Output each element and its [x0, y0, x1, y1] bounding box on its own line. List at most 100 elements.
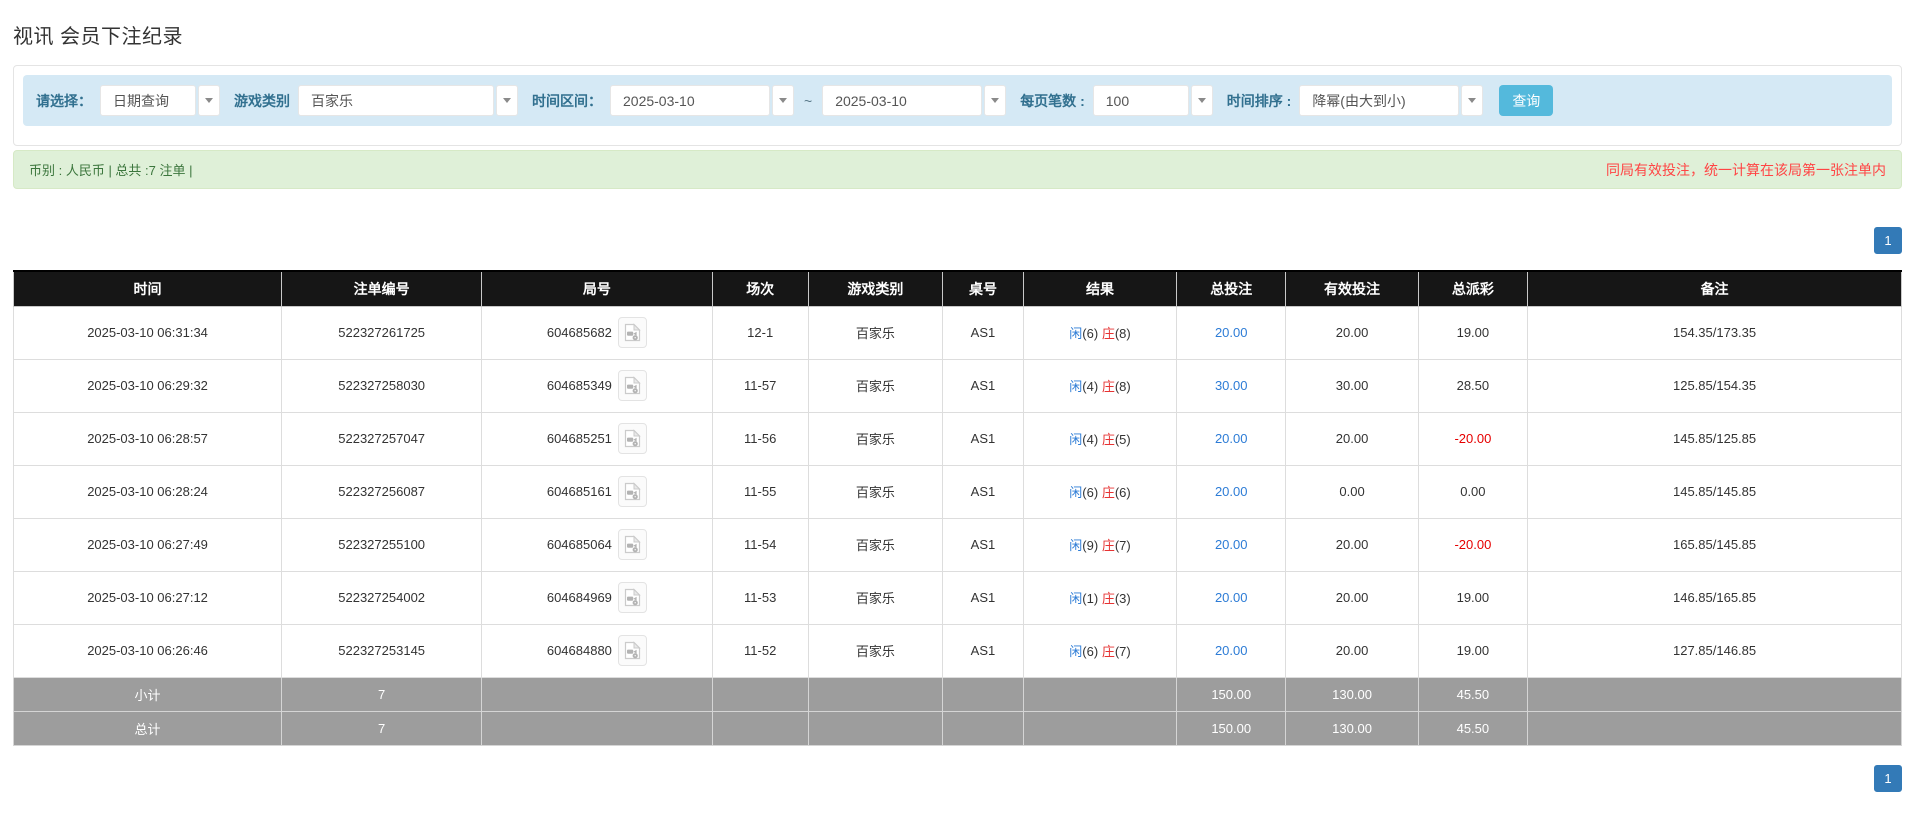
video-replay-button[interactable]: [617, 370, 647, 401]
cell-total-bet: 20.00: [1175, 570, 1287, 625]
total-bet-link[interactable]: 30.00: [1215, 378, 1248, 393]
cell-session: 11-53: [711, 570, 809, 625]
cell-valid-bet: 20.00: [1285, 305, 1419, 360]
total-bet-link[interactable]: 20.00: [1215, 590, 1248, 605]
player-result: 闲: [1069, 326, 1083, 341]
caret-down-icon: [503, 98, 511, 103]
header-session: 场次: [711, 270, 809, 307]
table-row: 2025-03-10 06:27:12 522327254002 604684969…: [12, 570, 1902, 625]
cell-payout: 19.00: [1417, 623, 1529, 678]
cell-round: 604685161: [481, 464, 713, 519]
cell-bet-id: 522327254002: [281, 570, 483, 625]
cell-note: 127.85/146.85: [1527, 623, 1902, 678]
video-replay-icon: [624, 429, 641, 448]
game-type-caret-button[interactable]: [496, 85, 518, 116]
player-result: 闲: [1069, 538, 1083, 553]
caret-down-icon: [205, 98, 213, 103]
cell-result: 闲(6) 庄(8): [1023, 305, 1177, 360]
subtotal-row: 小计 7 150.00 130.00 45.50: [12, 676, 1902, 712]
time-sort-label: 时间排序 :: [1226, 92, 1292, 109]
cell-total-bet: 20.00: [1175, 623, 1287, 678]
summary-bar: 币别 : 人民币 | 总共 :7 注单 | 同局有效投注，统一计算在该局第一张注…: [13, 150, 1902, 189]
select-type-input[interactable]: [100, 85, 196, 116]
cell-payout: 19.00: [1417, 570, 1529, 625]
total-bet-link[interactable]: 20.00: [1215, 325, 1248, 340]
date-from-input[interactable]: [610, 85, 770, 116]
page-1-button[interactable]: 1: [1874, 764, 1902, 792]
header-valid-bet: 有效投注: [1285, 270, 1419, 307]
page-size-caret-button[interactable]: [1190, 85, 1213, 116]
cell-game-type: 百家乐: [807, 358, 943, 413]
video-replay-button[interactable]: [617, 476, 647, 507]
cell-round: 604684969: [481, 570, 713, 625]
cell-session: 11-57: [711, 358, 809, 413]
bet-records-table: 时间 注单编号 局号 场次 游戏类别 桌号 结果 总投注 有效投注 总派彩 备注…: [12, 270, 1902, 746]
banker-result: 庄: [1101, 644, 1115, 659]
time-sort-caret-button[interactable]: [1461, 85, 1484, 116]
cell-bet-id: 522327255100: [281, 517, 483, 572]
cell-bet-id: 522327257047: [281, 411, 483, 466]
cell-note: 165.85/145.85: [1527, 517, 1902, 572]
video-replay-button[interactable]: [617, 317, 647, 348]
table-row: 2025-03-10 06:31:34 522327261725 604685682…: [12, 305, 1902, 360]
header-payout: 总派彩: [1417, 270, 1529, 307]
select-type-caret-button[interactable]: [198, 85, 220, 116]
pagination-top: 1: [13, 227, 1902, 254]
date-to-combo: [822, 85, 1007, 116]
cell-total-bet: 20.00: [1175, 517, 1287, 572]
filter-bar: 请选择： 游戏类别 时间区间： ~ 每页笔数 :: [23, 75, 1892, 126]
subtotal-label: 小计: [12, 676, 283, 712]
cell-total-bet: 20.00: [1175, 305, 1287, 360]
date-to-input[interactable]: [822, 85, 983, 116]
cell-round: 604685682: [481, 305, 713, 360]
date-from-combo: [610, 85, 794, 116]
cell-session: 11-56: [711, 411, 809, 466]
cell-game-type: 百家乐: [807, 305, 943, 360]
total-bet-link[interactable]: 20.00: [1215, 537, 1248, 552]
query-button[interactable]: 查询: [1499, 85, 1554, 116]
total-label: 总计: [12, 710, 283, 746]
page-size-input[interactable]: [1092, 85, 1189, 116]
game-type-input[interactable]: [298, 85, 494, 116]
date-from-caret-button[interactable]: [772, 85, 794, 116]
header-result: 结果: [1023, 270, 1177, 307]
table-row: 2025-03-10 06:26:46 522327253145 604684880…: [12, 623, 1902, 678]
game-type-label: 游戏类别: [234, 92, 290, 109]
cell-note: 145.85/125.85: [1527, 411, 1902, 466]
video-replay-button[interactable]: [617, 529, 647, 560]
banker-result: 庄: [1101, 538, 1115, 553]
pagination-bottom: 1: [13, 764, 1902, 792]
date-to-caret-button[interactable]: [984, 85, 1007, 116]
header-note: 备注: [1527, 270, 1902, 307]
page-1-button[interactable]: 1: [1874, 227, 1902, 254]
cell-time: 2025-03-10 06:26:46: [12, 623, 283, 678]
time-sort-input[interactable]: [1299, 85, 1460, 116]
cell-table-no: AS1: [941, 305, 1025, 360]
cell-payout: 19.00: [1417, 305, 1529, 360]
cell-table-no: AS1: [941, 358, 1025, 413]
cell-result: 闲(1) 庄(3): [1023, 570, 1177, 625]
page-size-combo: [1092, 85, 1213, 116]
cell-bet-id: 522327256087: [281, 464, 483, 519]
total-bet-link[interactable]: 20.00: [1215, 643, 1248, 658]
cell-table-no: AS1: [941, 570, 1025, 625]
video-replay-button[interactable]: [617, 423, 647, 454]
total-count: 7: [281, 710, 483, 746]
player-result: 闲: [1069, 644, 1083, 659]
total-bet-link[interactable]: 20.00: [1215, 484, 1248, 499]
video-replay-button[interactable]: [617, 635, 647, 666]
banker-result: 庄: [1101, 432, 1115, 447]
cell-result: 闲(6) 庄(6): [1023, 464, 1177, 519]
caret-down-icon: [991, 98, 1000, 103]
round-number: 604685349: [546, 378, 612, 393]
round-number: 604684880: [546, 643, 612, 658]
video-replay-icon: [624, 588, 641, 607]
table-row: 2025-03-10 06:27:49 522327255100 604685064…: [12, 517, 1902, 572]
cell-payout: -20.00: [1417, 517, 1529, 572]
caret-down-icon: [779, 98, 787, 103]
video-replay-button[interactable]: [617, 582, 647, 613]
cell-result: 闲(4) 庄(8): [1023, 358, 1177, 413]
game-type-combo: [298, 85, 518, 116]
cell-valid-bet: 20.00: [1285, 411, 1419, 466]
total-bet-link[interactable]: 20.00: [1215, 431, 1248, 446]
